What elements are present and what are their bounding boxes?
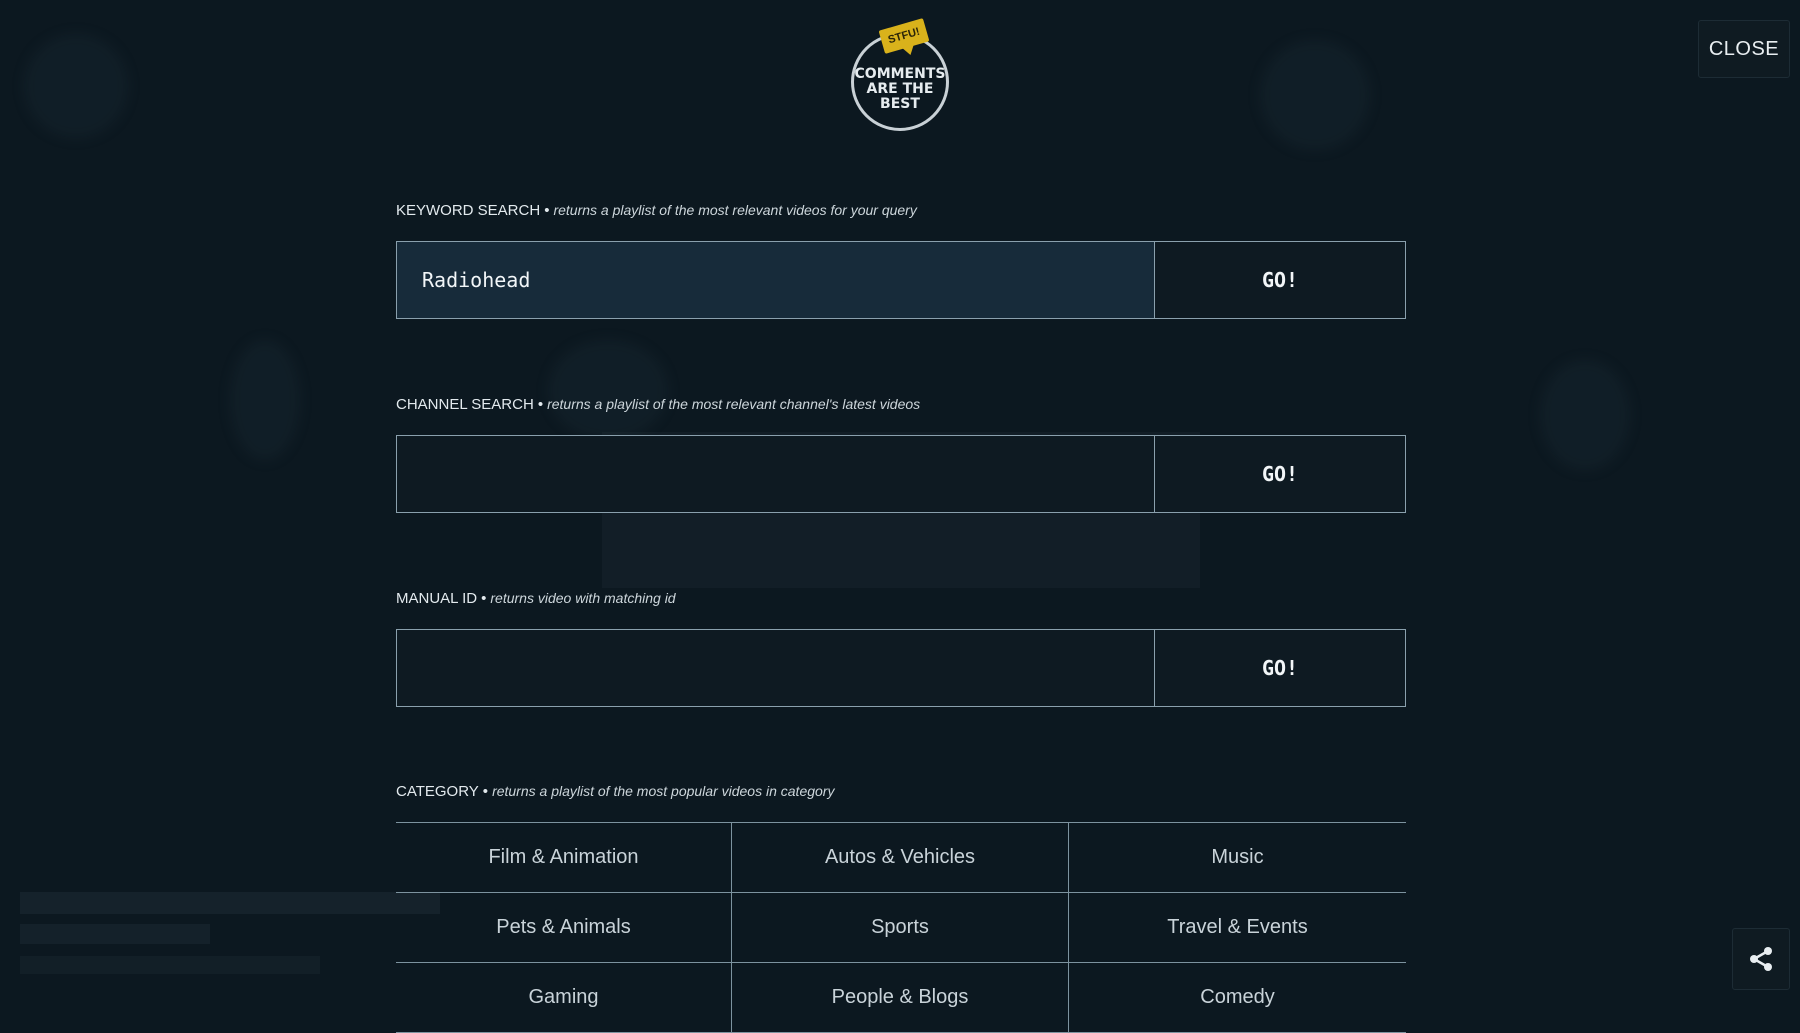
keyword-search-title: KEYWORD SEARCH xyxy=(396,202,540,219)
category-grid: Film & Animation Autos & Vehicles Music … xyxy=(396,822,1406,1033)
channel-search-description: returns a playlist of the most relevant … xyxy=(547,396,920,412)
channel-go-button[interactable]: GO! xyxy=(1154,435,1406,513)
background-figure xyxy=(1260,40,1370,150)
category-comedy[interactable]: Comedy xyxy=(1069,963,1406,1033)
share-button[interactable] xyxy=(1732,928,1790,990)
close-button[interactable]: CLOSE xyxy=(1698,20,1790,78)
category-label: CATEGORY•returns a playlist of the most … xyxy=(396,783,834,800)
background-logo-ghost xyxy=(24,34,128,138)
manual-id-go-button[interactable]: GO! xyxy=(1154,629,1406,707)
keyword-search-row: GO! xyxy=(396,241,1406,319)
category-travel-events[interactable]: Travel & Events xyxy=(1069,893,1406,963)
channel-search-row: GO! xyxy=(396,435,1406,513)
manual-id-input[interactable] xyxy=(396,629,1154,707)
separator-dot: • xyxy=(538,396,543,413)
channel-search-input[interactable] xyxy=(396,435,1154,513)
logo-text: COMMENTS ARE THE BEST xyxy=(855,67,946,112)
category-description: returns a playlist of the most popular v… xyxy=(492,783,834,799)
keyword-search-description: returns a playlist of the most relevant … xyxy=(553,202,916,218)
separator-dot: • xyxy=(481,590,486,607)
manual-id-label: MANUAL ID•returns video with matching id xyxy=(396,590,676,607)
share-icon xyxy=(1748,946,1774,972)
channel-search-label: CHANNEL SEARCH•returns a playlist of the… xyxy=(396,396,920,413)
background-avatar xyxy=(548,340,668,440)
category-title: CATEGORY xyxy=(396,783,479,800)
separator-dot: • xyxy=(483,783,488,800)
manual-id-title: MANUAL ID xyxy=(396,590,477,607)
category-pets-animals[interactable]: Pets & Animals xyxy=(396,893,732,963)
background-video-credit xyxy=(20,924,210,944)
separator-dot: • xyxy=(544,202,549,219)
keyword-search-input[interactable] xyxy=(396,241,1154,319)
keyword-go-button[interactable]: GO! xyxy=(1154,241,1406,319)
channel-search-title: CHANNEL SEARCH xyxy=(396,396,534,413)
background-video-stats xyxy=(20,956,320,974)
manual-id-row: GO! xyxy=(396,629,1406,707)
category-autos-vehicles[interactable]: Autos & Vehicles xyxy=(732,823,1069,893)
keyword-search-label: KEYWORD SEARCH•returns a playlist of the… xyxy=(396,202,917,219)
category-people-blogs[interactable]: People & Blogs xyxy=(732,963,1069,1033)
manual-id-description: returns video with matching id xyxy=(490,590,675,606)
background-video-title xyxy=(20,892,440,914)
background-figure xyxy=(1540,360,1630,470)
background-figure xyxy=(230,340,300,460)
category-music[interactable]: Music xyxy=(1069,823,1406,893)
category-gaming[interactable]: Gaming xyxy=(396,963,732,1033)
category-film-animation[interactable]: Film & Animation xyxy=(396,823,732,893)
category-sports[interactable]: Sports xyxy=(732,893,1069,963)
